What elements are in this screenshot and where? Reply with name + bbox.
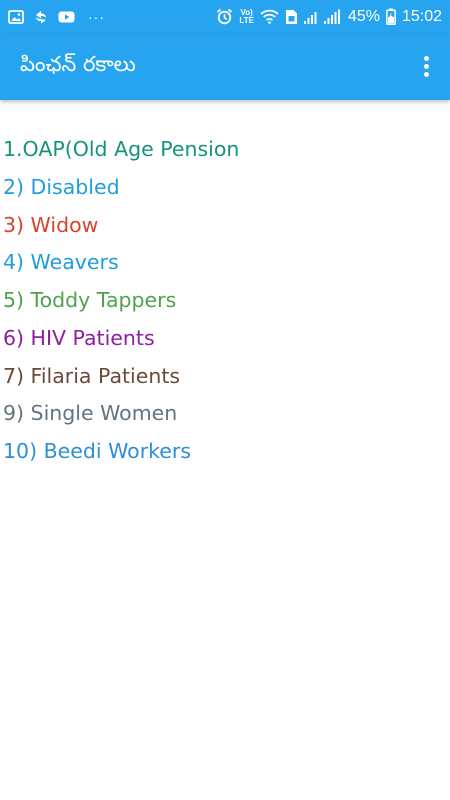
- pension-item-oap[interactable]: 1.OAP(Old Age Pension: [0, 131, 450, 169]
- sync-icon: [33, 9, 49, 25]
- pension-item-widow[interactable]: 3) Widow: [0, 207, 450, 245]
- gallery-icon: [8, 9, 24, 24]
- pension-item-single-women[interactable]: 9) Single Women: [0, 395, 450, 433]
- pension-item-beedi-workers[interactable]: 10) Beedi Workers: [0, 433, 450, 471]
- sim-card-icon: [285, 9, 298, 25]
- menu-dot: [423, 56, 429, 61]
- volte-icon: Vo) LTE: [239, 8, 254, 25]
- pension-item-disabled[interactable]: 2) Disabled: [0, 169, 450, 207]
- pension-type-list: 1.OAP(Old Age Pension 2) Disabled 3) Wid…: [0, 131, 450, 471]
- lte-label: LTE: [239, 15, 254, 25]
- battery-percent: 45%: [347, 7, 380, 25]
- status-right-icons: Vo) LTE 45% 15:02: [216, 8, 442, 26]
- more-notifications-icon: ···: [88, 8, 105, 25]
- battery-icon: [386, 8, 396, 25]
- signal-icon: [303, 9, 342, 25]
- wifi-icon: [260, 9, 279, 24]
- menu-dot: [423, 72, 429, 77]
- page-title: పింఛన్ రకాలు: [20, 51, 136, 76]
- menu-dot: [423, 64, 429, 69]
- clock: 15:02: [401, 7, 442, 25]
- app-bar: పింఛన్ రకాలు: [0, 33, 450, 100]
- pension-item-toddy-tappers[interactable]: 5) Toddy Tappers: [0, 282, 450, 320]
- more-vert-icon[interactable]: [402, 43, 450, 91]
- status-bar: ··· Vo) LTE 45% 15:02: [0, 0, 450, 33]
- pension-item-weavers[interactable]: 4) Weavers: [0, 244, 450, 282]
- youtube-icon: [58, 11, 75, 23]
- status-left-icons: ···: [8, 9, 105, 25]
- pension-item-filaria-patients[interactable]: 7) Filaria Patients: [0, 358, 450, 396]
- pension-item-hiv-patients[interactable]: 6) HIV Patients: [0, 320, 450, 358]
- alarm-icon: [216, 8, 233, 25]
